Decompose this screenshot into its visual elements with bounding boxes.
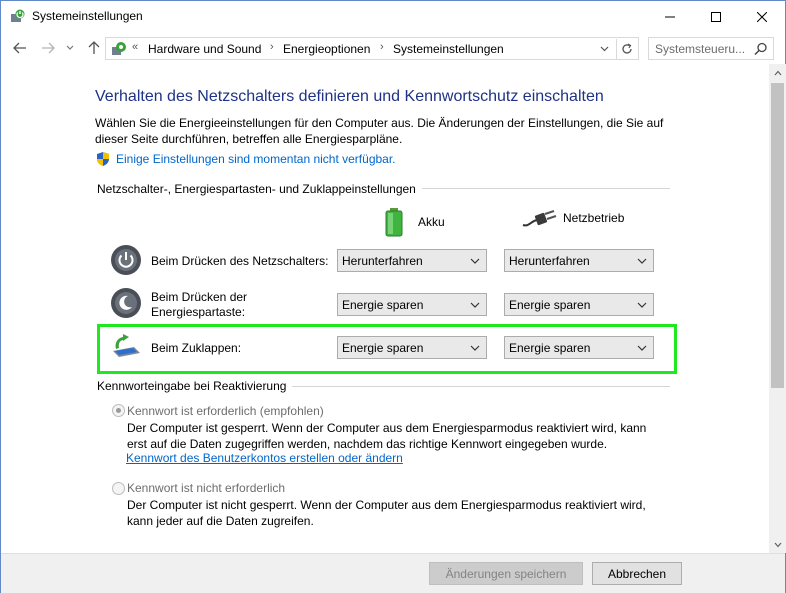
arrow-right-icon: [42, 42, 55, 54]
password-required-label: Kennwort ist erforderlich (empfohlen): [127, 404, 324, 418]
address-bar[interactable]: « Hardware und Sound › Energieoptionen ›…: [105, 37, 639, 60]
battery-column-label: Akku: [418, 215, 445, 229]
power-plug-icon: [522, 210, 557, 227]
laptop-lid-icon: [113, 334, 140, 357]
breadcrumb-hardware-sound[interactable]: Hardware und Sound: [148, 42, 261, 56]
arrow-up-icon: [88, 41, 100, 54]
maximize-icon: [711, 11, 721, 22]
password-not-required-description: Der Computer ist nicht gesperrt. Wenn de…: [127, 498, 646, 528]
power-options-icon: [11, 9, 25, 22]
buttons-section-title: Netzschalter-, Energiespartasten- und Zu…: [97, 182, 422, 196]
chevron-down-icon: [470, 258, 480, 264]
maximize-button[interactable]: [693, 1, 739, 32]
close-icon: [757, 11, 767, 22]
breadcrumb-separator-icon: ›: [380, 41, 384, 53]
breadcrumb-power-options[interactable]: Energieoptionen: [283, 42, 370, 56]
arrow-left-icon: [13, 42, 26, 54]
forward-button[interactable]: [39, 38, 57, 58]
cancel-button[interactable]: Abbrechen: [592, 562, 682, 585]
search-input[interactable]: Systemsteueru...: [648, 37, 774, 60]
recent-locations-button[interactable]: [64, 38, 76, 58]
chevron-down-icon: [637, 345, 647, 351]
battery-icon: [385, 208, 403, 237]
refresh-button[interactable]: [616, 39, 636, 59]
window-title: Systemeinstellungen: [32, 9, 143, 23]
chevron-down-icon: [600, 46, 608, 52]
chevron-up-icon: [774, 70, 781, 75]
close-button[interactable]: [739, 1, 785, 32]
password-required-description: Der Computer ist gesperrt. Wenn der Comp…: [127, 421, 647, 451]
password-section-title: Kennworteingabe bei Reaktivierung: [97, 379, 293, 393]
power-button-plugged-select[interactable]: Herunterfahren: [504, 249, 654, 272]
password-required-radio[interactable]: [112, 404, 125, 417]
search-icon: [754, 42, 767, 56]
dialog-footer: Änderungen speichern Abbrechen: [1, 553, 785, 593]
lid-close-battery-select[interactable]: Energie sparen: [337, 336, 487, 359]
chevron-down-icon: [470, 302, 480, 308]
create-password-link[interactable]: Kennwort des Benutzerkontos erstellen od…: [126, 451, 403, 465]
chevron-down-icon: [637, 258, 647, 264]
refresh-icon: [621, 43, 632, 54]
sleep-button-battery-select[interactable]: Energie sparen: [337, 293, 487, 316]
scroll-down-button[interactable]: [769, 536, 786, 553]
password-not-required-radio[interactable]: [112, 482, 125, 495]
breadcrumb-system-settings[interactable]: Systemeinstellungen: [393, 42, 504, 56]
chevron-down-icon: [470, 345, 480, 351]
plugged-in-column-header: Netzbetrieb: [521, 207, 624, 229]
control-panel-icon: [112, 42, 126, 55]
vertical-scrollbar[interactable]: [769, 64, 786, 553]
page-title: Verhalten des Netzschalters definieren u…: [95, 88, 604, 105]
power-button-label: Beim Drücken des Netzschalters:: [151, 254, 329, 268]
sleep-button-plugged-select[interactable]: Energie sparen: [504, 293, 654, 316]
address-history-button[interactable]: [596, 41, 612, 57]
breadcrumb-overflow-icon: «: [132, 41, 139, 53]
content-area: Verhalten des Netzschalters definieren u…: [1, 64, 769, 553]
system-settings-window: Systemeinstellungen « Hardware und Sound…: [0, 0, 786, 593]
chevron-down-icon: [637, 302, 647, 308]
up-button[interactable]: [85, 38, 103, 58]
sleep-button-label: Beim Drücken der Energiespartaste:: [151, 290, 248, 319]
battery-column-header: Akku: [384, 207, 445, 237]
chevron-down-icon: [66, 45, 74, 50]
navigation-bar: « Hardware und Sound › Energieoptionen ›…: [1, 32, 785, 64]
plugged-in-column-label: Netzbetrieb: [563, 211, 625, 225]
title-bar: Systemeinstellungen: [1, 1, 785, 32]
page-description: Wählen Sie die Energieeinstellungen für …: [95, 116, 664, 146]
chevron-down-icon: [774, 542, 781, 547]
sleep-button-icon: [111, 288, 141, 318]
admin-shield-icon: [97, 152, 109, 166]
power-button-icon: [111, 245, 141, 275]
scroll-up-button[interactable]: [769, 64, 786, 81]
minimize-icon: [665, 16, 675, 17]
minimize-button[interactable]: [647, 1, 693, 32]
password-not-required-label: Kennwort ist nicht erforderlich: [127, 481, 286, 495]
lid-close-label: Beim Zuklappen:: [151, 341, 242, 355]
power-button-battery-select[interactable]: Herunterfahren: [337, 249, 487, 272]
breadcrumb-separator-icon: ›: [270, 41, 274, 53]
back-button[interactable]: [11, 38, 29, 58]
change-unavailable-settings-link[interactable]: Einige Einstellungen sind momentan nicht…: [116, 152, 396, 166]
lid-close-plugged-select[interactable]: Energie sparen: [504, 336, 654, 359]
save-changes-button[interactable]: Änderungen speichern: [429, 562, 583, 585]
scroll-thumb[interactable]: [771, 83, 784, 388]
search-placeholder: Systemsteueru...: [655, 42, 746, 56]
